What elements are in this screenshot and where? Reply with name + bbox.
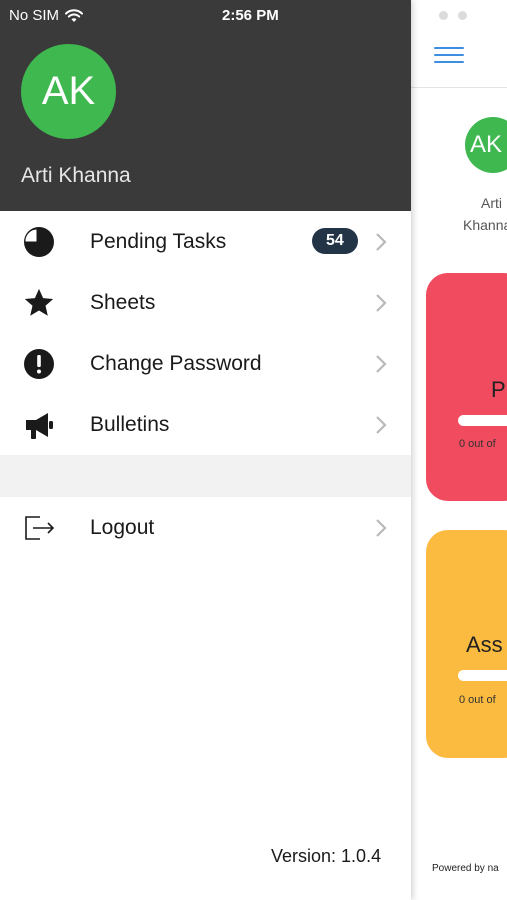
status-time: 2:56 PM bbox=[222, 7, 279, 24]
status-dot-icon bbox=[439, 10, 448, 20]
app-version: Version: 1.0.4 bbox=[271, 846, 382, 866]
progress-bar bbox=[458, 670, 507, 681]
chevron-right-icon bbox=[374, 517, 388, 539]
menu-divider bbox=[0, 455, 411, 497]
assigned-card[interactable]: Ass 0 out of bbox=[426, 530, 507, 758]
main-avatar: AK bbox=[465, 117, 507, 173]
menu-item-label: Pending Tasks bbox=[90, 229, 227, 253]
card-progress-text: 0 out of bbox=[459, 694, 496, 706]
menu-item-sheets[interactable]: Sheets bbox=[0, 272, 411, 333]
main-status-bar bbox=[411, 0, 507, 30]
pie-chart-icon bbox=[22, 225, 56, 259]
alert-circle-icon bbox=[22, 347, 56, 381]
carrier-label: No SIM bbox=[9, 7, 60, 24]
pending-count-badge: 54 bbox=[312, 228, 358, 254]
pending-tasks-card[interactable]: P 0 out of bbox=[426, 273, 507, 501]
chevron-right-icon bbox=[374, 292, 388, 314]
main-user-name-line2: Khanna bbox=[463, 217, 507, 233]
hamburger-menu-icon[interactable] bbox=[434, 44, 464, 66]
chevron-right-icon bbox=[374, 414, 388, 436]
avatar: AK bbox=[21, 44, 116, 139]
drawer-header: No SIM 2:56 PM AK Arti Khanna bbox=[0, 0, 411, 211]
megaphone-icon bbox=[22, 408, 56, 442]
menu-item-label: Sheets bbox=[90, 290, 156, 314]
main-user-name: Arti Khanna bbox=[463, 192, 507, 236]
status-bar: No SIM 2:56 PM bbox=[0, 0, 411, 30]
card-title: Ass bbox=[466, 632, 503, 657]
menu-item-label: Bulletins bbox=[90, 412, 170, 436]
card-title: P bbox=[491, 377, 506, 402]
card-progress-text: 0 out of bbox=[459, 438, 496, 450]
navigation-drawer: No SIM 2:56 PM AK Arti Khanna Pending Ta… bbox=[0, 0, 411, 900]
logout-icon bbox=[22, 511, 56, 545]
main-toolbar bbox=[411, 30, 507, 88]
chevron-right-icon bbox=[374, 231, 388, 253]
progress-bar bbox=[458, 415, 507, 426]
user-name: Arti Khanna bbox=[21, 164, 131, 187]
powered-by-footer: Powered by na bbox=[432, 863, 499, 874]
wifi-icon bbox=[65, 8, 84, 22]
menu-item-bulletins[interactable]: Bulletins bbox=[0, 394, 411, 455]
menu-item-logout[interactable]: Logout bbox=[0, 497, 411, 558]
chevron-right-icon bbox=[374, 353, 388, 375]
star-icon bbox=[22, 286, 56, 320]
main-user-name-line1: Arti bbox=[481, 195, 502, 211]
logout-label: Logout bbox=[90, 515, 155, 539]
menu-item-change-password[interactable]: Change Password bbox=[0, 333, 411, 394]
menu-item-label: Change Password bbox=[90, 351, 262, 375]
carrier-status: No SIM bbox=[9, 7, 84, 24]
main-screen: AK Arti Khanna P 0 out of Ass 0 out of P… bbox=[411, 0, 507, 900]
menu-item-pending-tasks[interactable]: Pending Tasks 54 bbox=[0, 211, 411, 272]
status-dot-icon bbox=[458, 10, 467, 20]
